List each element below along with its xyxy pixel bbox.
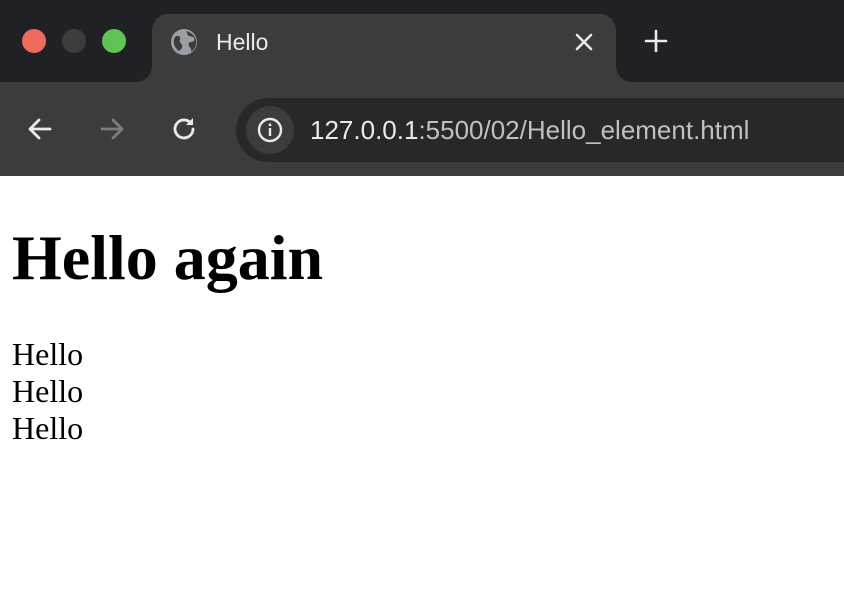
window-maximize-button[interactable]	[102, 29, 126, 53]
text-lines: Hello Hello Hello	[12, 336, 83, 447]
globe-icon	[170, 28, 198, 56]
close-icon[interactable]	[572, 30, 596, 54]
info-icon	[257, 117, 283, 143]
page-content: Hello again Hello Hello Hello	[0, 176, 844, 592]
toolbar: 127.0.0.1:5500/02/Hello_element.html	[0, 82, 844, 176]
url-host: 127.0.0.1	[310, 115, 419, 145]
arrow-left-icon[interactable]	[25, 114, 55, 144]
url-path: :5500/02/Hello_element.html	[418, 115, 750, 145]
reload-icon[interactable]	[169, 114, 199, 144]
window-minimize-button[interactable]	[62, 29, 86, 53]
window-close-button[interactable]	[22, 29, 46, 53]
page-heading: Hello again	[12, 222, 324, 293]
tab-strip: Hello	[0, 0, 844, 82]
site-info-button[interactable]	[246, 106, 294, 154]
browser-window: Hello 127.0.0.1:5500/02/Hello_element.ht…	[0, 0, 844, 592]
tab-hello[interactable]: Hello	[152, 14, 616, 82]
arrow-right-icon[interactable]	[97, 114, 127, 144]
tab-title: Hello	[216, 29, 269, 55]
text-line: Hello	[12, 410, 84, 446]
text-line: Hello	[12, 373, 84, 409]
url-text[interactable]: 127.0.0.1:5500/02/Hello_element.html	[310, 113, 749, 147]
address-bar[interactable]: 127.0.0.1:5500/02/Hello_element.html	[236, 98, 844, 162]
text-line: Hello	[12, 336, 84, 372]
plus-icon[interactable]	[642, 27, 670, 55]
